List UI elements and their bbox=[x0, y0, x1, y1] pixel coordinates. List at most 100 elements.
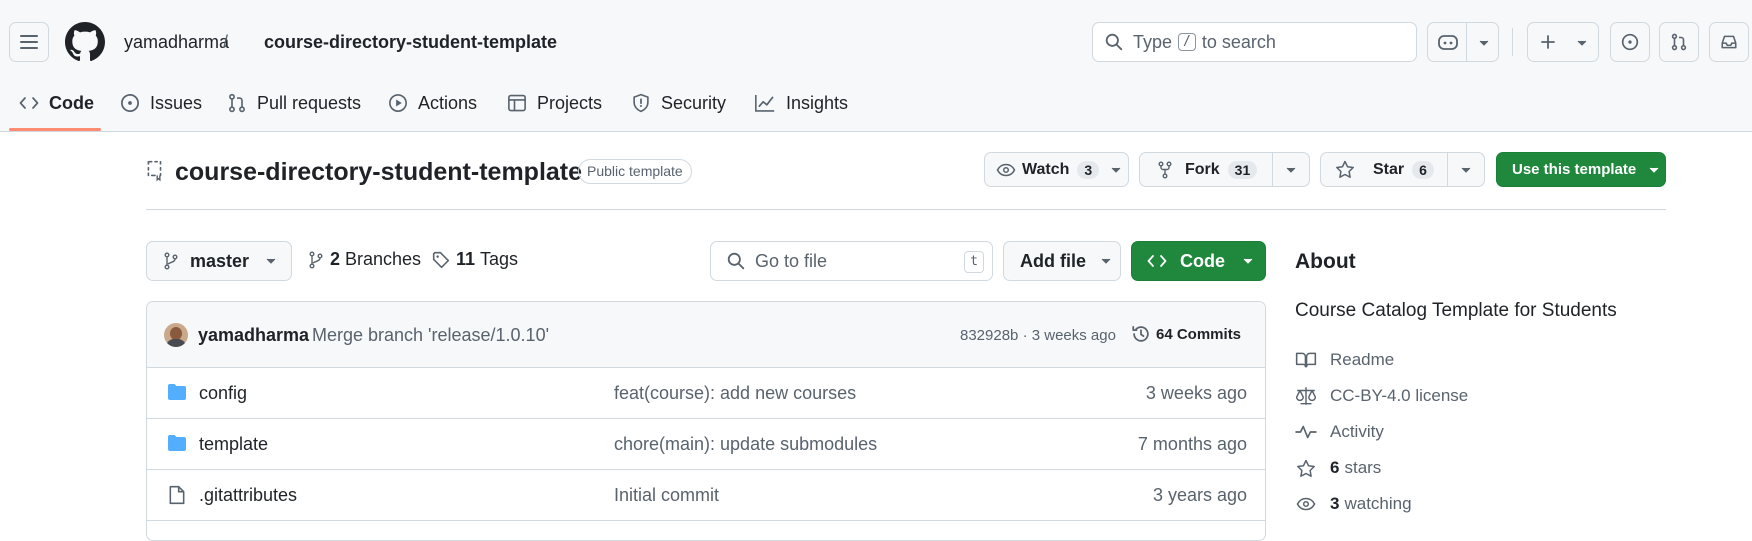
fork-button[interactable]: Fork 31 bbox=[1139, 152, 1273, 187]
tab-insights[interactable]: Insights bbox=[754, 88, 848, 118]
issue-icon bbox=[1621, 33, 1639, 51]
visibility-badge: Public template bbox=[578, 159, 692, 184]
readme-label: Readme bbox=[1330, 350, 1395, 369]
tags-link[interactable]: 11 Tags bbox=[432, 249, 518, 270]
readme-link[interactable]: Readme bbox=[1295, 348, 1394, 372]
chevron-down-icon bbox=[1286, 167, 1296, 173]
branch-selector[interactable]: master bbox=[146, 241, 292, 281]
copilot-button[interactable] bbox=[1427, 22, 1499, 62]
file-age: 7 months ago bbox=[1137, 434, 1247, 454]
branches-count: 2 bbox=[330, 249, 341, 269]
file-row[interactable]: config feat(course): add new courses 3 w… bbox=[147, 368, 1265, 419]
tab-pull-requests[interactable]: Pull requests bbox=[227, 88, 361, 118]
add-file-button[interactable]: Add file bbox=[1003, 241, 1121, 281]
tab-actions[interactable]: Actions bbox=[388, 88, 477, 118]
tab-label: Code bbox=[49, 92, 94, 113]
hamburger-icon bbox=[20, 35, 38, 49]
stars-label: stars bbox=[1344, 458, 1382, 477]
fork-count: 31 bbox=[1227, 160, 1258, 179]
avatar[interactable] bbox=[164, 323, 188, 347]
graph-icon bbox=[755, 95, 775, 112]
search-suffix: to search bbox=[1201, 31, 1276, 52]
fork-options-button[interactable] bbox=[1272, 152, 1310, 187]
go-to-file-input[interactable]: Go to file t bbox=[710, 241, 993, 281]
add-file-label: Add file bbox=[1020, 250, 1086, 271]
eye-icon bbox=[996, 163, 1016, 176]
watching-count: 3 bbox=[1330, 494, 1340, 513]
file-name[interactable]: config bbox=[199, 383, 247, 404]
folder-icon bbox=[168, 435, 186, 451]
chevron-down-icon bbox=[1649, 167, 1659, 173]
file-commit-message[interactable]: chore(main): update submodules bbox=[614, 434, 877, 455]
plus-icon bbox=[1541, 35, 1555, 49]
tab-security[interactable]: Security bbox=[631, 88, 726, 118]
go-to-file-shortcut: t bbox=[964, 251, 984, 273]
chevron-down-icon bbox=[1577, 40, 1587, 46]
star-count: 6 bbox=[1412, 160, 1434, 179]
pull-request-icon bbox=[229, 93, 245, 113]
file-name[interactable]: template bbox=[199, 434, 268, 455]
chevron-down-icon bbox=[1479, 40, 1489, 46]
star-options-button[interactable] bbox=[1447, 152, 1485, 187]
activity-link[interactable]: Activity bbox=[1295, 420, 1384, 444]
search-input[interactable]: Type / to search bbox=[1092, 22, 1417, 62]
github-logo-icon[interactable] bbox=[65, 22, 105, 62]
create-new-button[interactable] bbox=[1527, 22, 1599, 62]
code-icon bbox=[1147, 255, 1167, 267]
go-to-file-placeholder: Go to file bbox=[755, 250, 828, 271]
commits-link[interactable]: 64 Commits bbox=[1131, 324, 1241, 344]
breadcrumb-owner[interactable]: yamadharma bbox=[124, 30, 229, 54]
search-shortcut-key: / bbox=[1178, 33, 1196, 51]
tab-issues[interactable]: Issues bbox=[120, 88, 202, 118]
commit-author[interactable]: yamadharma bbox=[198, 325, 309, 346]
branches-link[interactable]: 2 Branches bbox=[308, 249, 421, 270]
branch-name: master bbox=[190, 250, 250, 271]
file-icon bbox=[169, 485, 185, 505]
tab-projects[interactable]: Projects bbox=[507, 88, 602, 118]
commit-hash-age[interactable]: 832928b · 3 weeks ago bbox=[960, 327, 1116, 344]
code-label: Code bbox=[1180, 250, 1225, 271]
chevron-down-icon bbox=[1461, 167, 1471, 173]
eye-icon bbox=[1296, 497, 1316, 511]
file-commit-message[interactable]: feat(course): add new courses bbox=[614, 383, 856, 404]
tags-count: 11 bbox=[456, 249, 476, 269]
fork-icon bbox=[1158, 161, 1172, 178]
law-icon bbox=[1295, 387, 1317, 405]
activity-label: Activity bbox=[1330, 422, 1384, 441]
search-icon bbox=[727, 252, 745, 270]
star-label: Star bbox=[1373, 160, 1405, 178]
license-label: CC-BY-4.0 license bbox=[1330, 386, 1469, 405]
license-link[interactable]: CC-BY-4.0 license bbox=[1295, 384, 1468, 408]
file-row[interactable]: template chore(main): update submodules … bbox=[147, 419, 1265, 470]
chevron-down-icon bbox=[266, 258, 276, 264]
chevron-down-icon bbox=[1243, 258, 1253, 264]
watch-count: 3 bbox=[1077, 160, 1100, 179]
pulse-icon bbox=[1295, 425, 1317, 439]
tag-icon bbox=[432, 251, 450, 268]
tab-label: Projects bbox=[537, 92, 603, 113]
commit-message[interactable]: Merge branch 'release/1.0.10' bbox=[312, 325, 549, 346]
pull-requests-button[interactable] bbox=[1659, 22, 1699, 62]
play-icon bbox=[389, 94, 407, 112]
file-row[interactable]: .gitattributes Initial commit 3 years ag… bbox=[147, 470, 1265, 521]
file-commit-message[interactable]: Initial commit bbox=[614, 485, 719, 506]
breadcrumb-repo[interactable]: course-directory-student-template bbox=[264, 30, 557, 54]
issues-button[interactable] bbox=[1610, 22, 1650, 62]
repo-title[interactable]: course-directory-student-template bbox=[175, 157, 582, 187]
tab-code[interactable]: Code bbox=[19, 88, 94, 118]
search-icon bbox=[1105, 33, 1123, 51]
inbox-button[interactable] bbox=[1709, 22, 1749, 62]
file-name[interactable]: .gitattributes bbox=[199, 485, 297, 506]
star-button[interactable]: Star 6 bbox=[1320, 152, 1448, 187]
tab-label: Insights bbox=[786, 92, 849, 113]
use-template-button[interactable]: Use this template bbox=[1496, 152, 1666, 187]
use-template-label: Use this template bbox=[1512, 161, 1637, 178]
watching-link[interactable]: 3 watching bbox=[1295, 492, 1412, 516]
about-heading: About bbox=[1295, 250, 1356, 273]
watch-button[interactable]: Watch 3 bbox=[984, 152, 1129, 187]
code-button[interactable]: Code bbox=[1131, 241, 1266, 281]
menu-button[interactable] bbox=[9, 22, 49, 62]
star-icon bbox=[1297, 459, 1315, 477]
stars-link[interactable]: 6 stars bbox=[1295, 456, 1381, 480]
copilot-icon bbox=[1438, 35, 1458, 50]
